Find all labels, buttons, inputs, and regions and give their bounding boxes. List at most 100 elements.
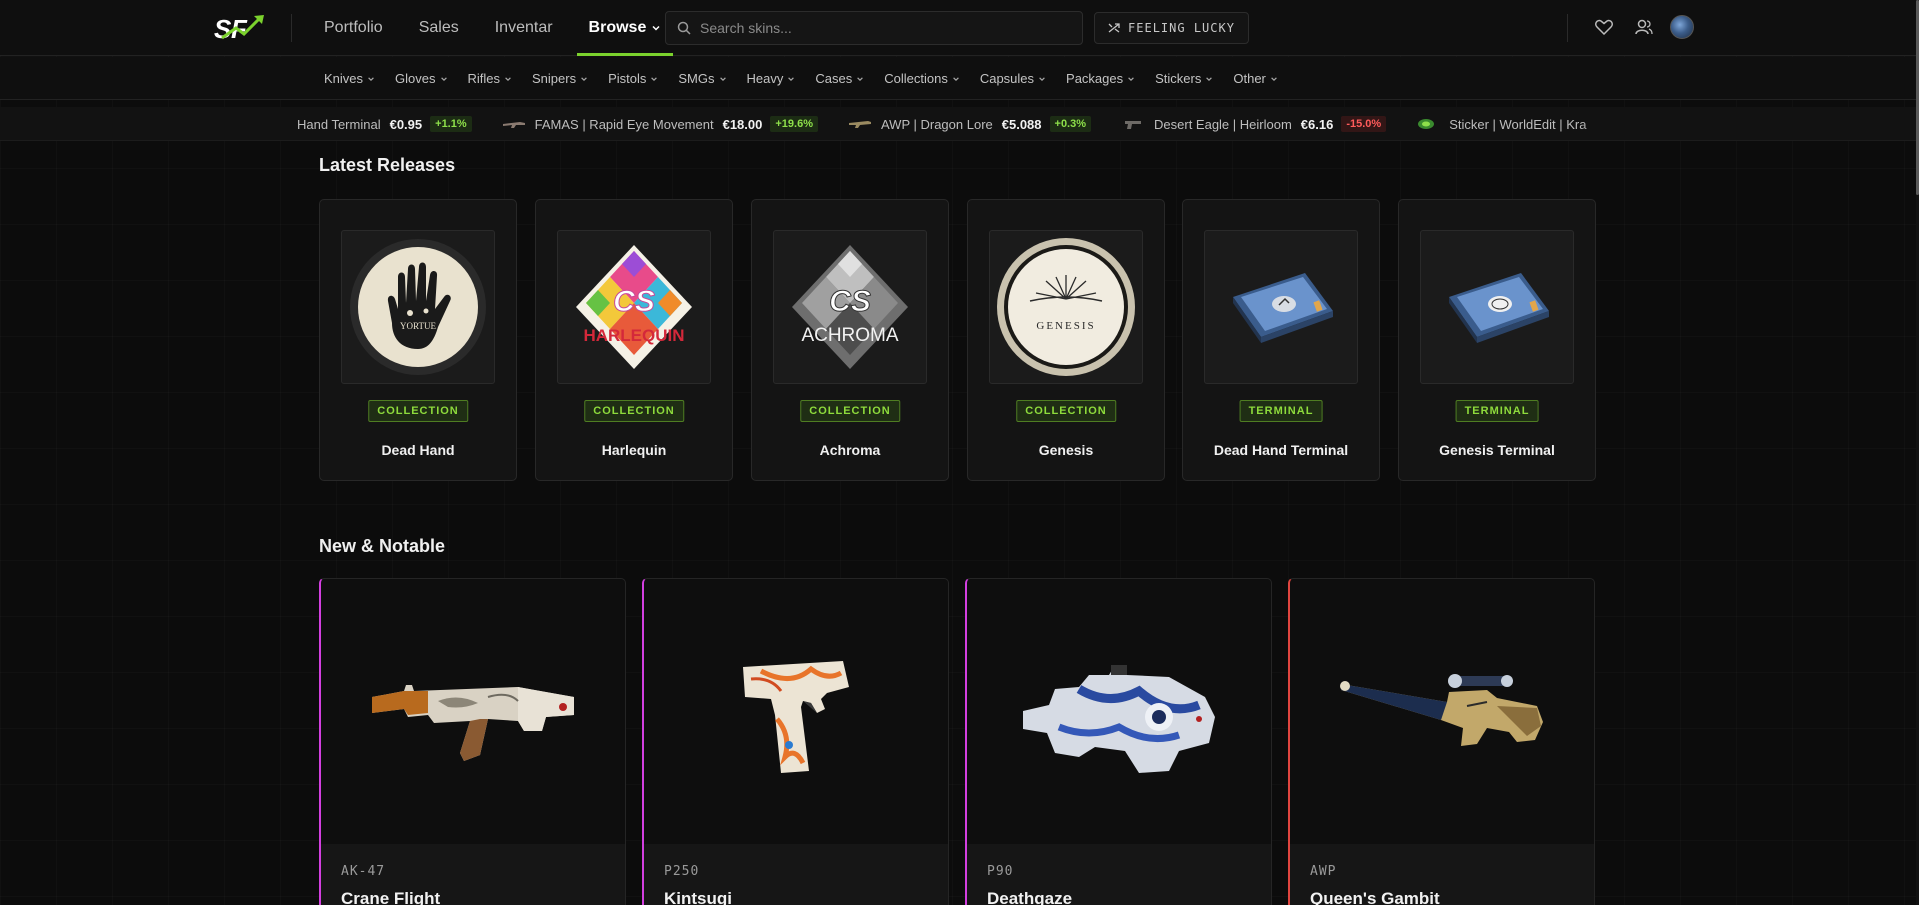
genesis-collection-icon: GENESIS bbox=[997, 238, 1135, 376]
release-name: Genesis bbox=[1038, 442, 1094, 458]
sniper-icon bbox=[848, 121, 871, 128]
favorites-button[interactable] bbox=[1592, 15, 1616, 39]
nav-portfolio[interactable]: Portfolio bbox=[324, 0, 383, 56]
avatar[interactable] bbox=[1670, 15, 1694, 39]
category-knives[interactable]: Knives bbox=[324, 57, 375, 100]
skin-name: Queen's Gambit bbox=[1310, 889, 1440, 905]
chevron-down-icon bbox=[368, 76, 374, 81]
category-packages[interactable]: Packages bbox=[1066, 57, 1135, 100]
skin-card-queens-gambit[interactable]: AWP Queen's Gambit bbox=[1288, 578, 1595, 905]
category-label: Collections bbox=[884, 71, 948, 86]
chevron-down-icon bbox=[788, 76, 795, 81]
category-label: Heavy bbox=[746, 71, 784, 86]
chevron-down-icon bbox=[581, 76, 587, 81]
release-card-genesis-terminal[interactable]: TERMINAL Genesis Terminal bbox=[1398, 199, 1596, 481]
search-input[interactable] bbox=[700, 20, 1060, 36]
release-card-harlequin[interactable]: CS HARLEQUIN COLLECTION Harlequin bbox=[535, 199, 733, 481]
skin-weapon-type: P250 bbox=[664, 864, 700, 879]
svg-text:YORTUE: YORTUE bbox=[400, 321, 436, 331]
skin-image bbox=[644, 579, 948, 844]
category-snipers[interactable]: Snipers bbox=[532, 57, 588, 100]
ticker-item-change: +1.1% bbox=[430, 116, 472, 132]
latest-releases-title: Latest Releases bbox=[319, 155, 456, 175]
nav-inventar[interactable]: Inventar bbox=[495, 0, 553, 56]
release-card-genesis[interactable]: GENESIS COLLECTION Genesis bbox=[967, 199, 1165, 481]
nav-divider-right bbox=[1567, 14, 1568, 42]
release-badge: COLLECTION bbox=[584, 400, 684, 422]
chevron-down-icon bbox=[1128, 76, 1134, 81]
category-collections[interactable]: Collections bbox=[884, 57, 960, 100]
category-smgs[interactable]: SMGs bbox=[678, 57, 726, 100]
category-capsules[interactable]: Capsules bbox=[980, 57, 1046, 100]
terminal-case-icon bbox=[1233, 273, 1333, 343]
ticker-item-name: Sticker | WorldEdit | Kra bbox=[1449, 116, 1587, 132]
nav-browse-label: Browse bbox=[588, 19, 647, 36]
rifle-icon bbox=[502, 122, 525, 128]
chevron-down-icon bbox=[953, 76, 959, 81]
skin-weapon-type: P90 bbox=[987, 864, 1014, 879]
skin-name: Crane Flight bbox=[341, 889, 441, 905]
dead-hand-collection-icon: YORTUE bbox=[350, 239, 486, 375]
category-gloves[interactable]: Gloves bbox=[395, 57, 447, 100]
category-heavy[interactable]: Heavy bbox=[747, 57, 796, 100]
category-stickers[interactable]: Stickers bbox=[1155, 57, 1213, 100]
category-other[interactable]: Other bbox=[1233, 57, 1278, 100]
ticker-item-name: FAMAS | Rapid Eye Movement bbox=[534, 116, 714, 132]
release-badge: TERMINAL bbox=[1455, 400, 1539, 422]
ticker-item[interactable]: Hand Terminal €0.95 +1.1% bbox=[297, 116, 472, 132]
chevron-down-icon bbox=[505, 76, 511, 81]
new-notable-title: New & Notable bbox=[319, 536, 446, 556]
release-card-dead-hand[interactable]: YORTUE COLLECTION Dead Hand bbox=[319, 199, 517, 481]
harlequin-art-text: HARLEQUIN bbox=[583, 326, 684, 345]
skin-image bbox=[967, 579, 1271, 844]
release-card-dead-hand-terminal[interactable]: TERMINAL Dead Hand Terminal bbox=[1182, 199, 1380, 481]
ticker-item-name: AWP | Dragon Lore bbox=[880, 116, 993, 132]
release-card-achroma[interactable]: CS ACHROMA COLLECTION Achroma bbox=[751, 199, 949, 481]
top-navbar: S F Portfolio Sales Inventar Browse FEEL… bbox=[0, 0, 1916, 56]
skin-info: AK-47 Crane Flight bbox=[321, 844, 625, 905]
category-label: Pistols bbox=[608, 71, 647, 86]
skin-weapon-type: AWP bbox=[1310, 864, 1337, 879]
release-name: Harlequin bbox=[601, 442, 667, 458]
logo[interactable]: S F bbox=[214, 12, 274, 42]
skin-info: P90 Deathgaze bbox=[967, 844, 1271, 905]
ticker-item-change: +19.6% bbox=[770, 116, 818, 132]
price-ticker: Hand Terminal €0.95 +1.1% FAMAS | Rapid … bbox=[0, 107, 1916, 141]
category-cases[interactable]: Cases bbox=[815, 57, 864, 100]
nav-sales-label: Sales bbox=[418, 19, 459, 36]
skin-card-kintsugi[interactable]: P250 Kintsugi bbox=[642, 578, 949, 905]
achroma-art-text: ACHROMA bbox=[801, 325, 898, 346]
category-label: Snipers bbox=[532, 71, 577, 86]
account-button[interactable] bbox=[1632, 15, 1656, 39]
category-label: Stickers bbox=[1155, 71, 1202, 86]
skin-image bbox=[321, 579, 625, 844]
achroma-collection-icon: CS ACHROMA bbox=[792, 245, 908, 369]
chevron-down-icon bbox=[651, 76, 658, 81]
ticker-fade bbox=[1620, 107, 1916, 140]
category-label: Rifles bbox=[467, 71, 501, 86]
ticker-track: Hand Terminal €0.95 +1.1% FAMAS | Rapid … bbox=[297, 107, 1616, 140]
ticker-item-price: €6.16 bbox=[1300, 116, 1334, 132]
skin-card-crane-flight[interactable]: AK-47 Crane Flight bbox=[319, 578, 626, 905]
nav-inventar-label: Inventar bbox=[494, 19, 553, 36]
nav-portfolio-label: Portfolio bbox=[324, 19, 383, 36]
category-pistols[interactable]: Pistols bbox=[608, 57, 658, 100]
nav-sales[interactable]: Sales bbox=[419, 0, 459, 56]
primary-nav: Portfolio Sales Inventar Browse bbox=[324, 0, 697, 56]
category-rifles[interactable]: Rifles bbox=[468, 57, 513, 100]
ticker-item[interactable]: Desert Eagle | Heirloom €6.16 -15.0% bbox=[1121, 116, 1387, 132]
ticker-item[interactable]: FAMAS | Rapid Eye Movement €18.00 +19.6% bbox=[502, 116, 818, 132]
ticker-item[interactable]: Sticker | WorldEdit | Kra bbox=[1416, 117, 1586, 132]
skin-image bbox=[1290, 579, 1594, 844]
release-badge: COLLECTION bbox=[800, 400, 900, 422]
release-thumbnail bbox=[1204, 230, 1358, 384]
ticker-item[interactable]: AWP | Dragon Lore €5.088 +0.3% bbox=[848, 116, 1092, 132]
chevron-down-icon bbox=[440, 76, 447, 81]
category-label: Capsules bbox=[979, 71, 1035, 86]
category-bar: Knives Gloves Rifles Snipers Pistols SMGs Heav… bbox=[0, 57, 1916, 100]
nav-browse[interactable]: Browse bbox=[576, 0, 674, 56]
search-box[interactable] bbox=[665, 11, 1083, 45]
skin-card-deathgaze[interactable]: P90 Deathgaze bbox=[965, 578, 1272, 905]
feeling-lucky-button[interactable]: FEELING LUCKY bbox=[1094, 12, 1249, 44]
ticker-item-name: Hand Terminal bbox=[297, 116, 381, 132]
